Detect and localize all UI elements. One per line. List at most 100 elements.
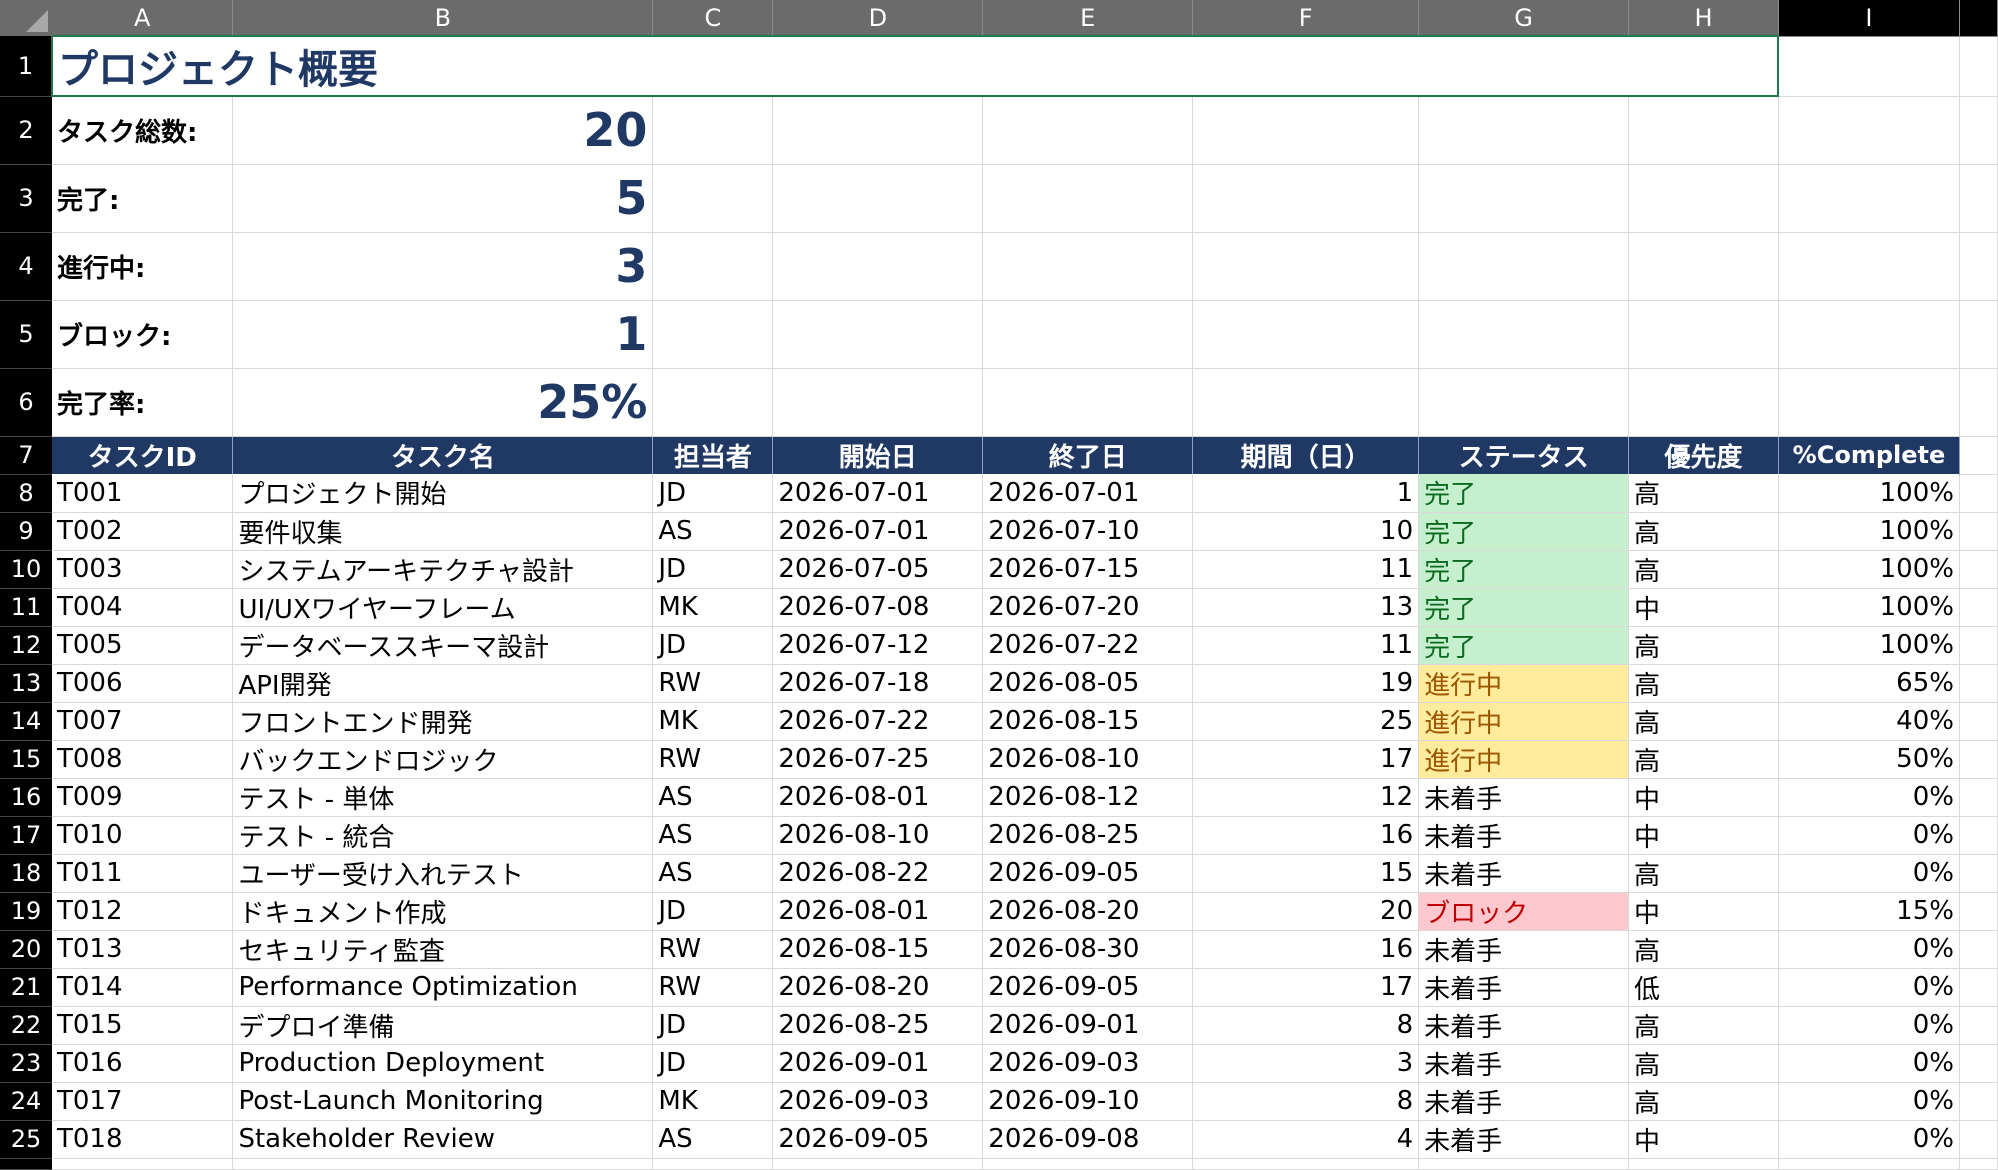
- priority-cell[interactable]: 高: [1628, 1006, 1779, 1045]
- status-cell[interactable]: 未着手: [1418, 1120, 1630, 1159]
- task-name-cell[interactable]: 要件収集: [232, 512, 654, 551]
- percent-complete-cell[interactable]: 100%: [1778, 588, 1960, 627]
- row-header[interactable]: 8: [0, 474, 52, 513]
- task-id-cell[interactable]: T005: [51, 626, 234, 665]
- task-id-cell[interactable]: T016: [51, 1044, 234, 1083]
- column-header-h[interactable]: H: [1628, 0, 1779, 37]
- completion-rate-value[interactable]: 25%: [232, 368, 654, 437]
- end-date-cell[interactable]: 2026-07-15: [982, 550, 1194, 589]
- end-date-cell[interactable]: 2026-08-10: [982, 740, 1194, 779]
- row-header[interactable]: 25: [0, 1120, 52, 1159]
- percent-complete-cell[interactable]: 15%: [1778, 892, 1960, 931]
- row-header[interactable]: 21: [0, 968, 52, 1007]
- empty-cell[interactable]: [1628, 164, 1779, 233]
- row-header[interactable]: 14: [0, 702, 52, 741]
- priority-cell[interactable]: 高: [1628, 512, 1779, 551]
- status-cell[interactable]: 未着手: [1418, 1006, 1630, 1045]
- task-id-cell[interactable]: T002: [51, 512, 234, 551]
- column-header-c[interactable]: C: [652, 0, 774, 37]
- duration-cell[interactable]: 13: [1192, 588, 1420, 627]
- empty-cell[interactable]: [232, 1158, 654, 1170]
- status-cell[interactable]: 未着手: [1418, 1044, 1630, 1083]
- empty-cell[interactable]: [772, 300, 984, 369]
- end-date-cell[interactable]: 2026-08-30: [982, 930, 1194, 969]
- start-date-cell[interactable]: 2026-08-15: [772, 930, 984, 969]
- table-header-cell[interactable]: ステータス: [1418, 436, 1630, 474]
- row-header[interactable]: 17: [0, 816, 52, 855]
- row-header[interactable]: 22: [0, 1006, 52, 1045]
- empty-cell[interactable]: [1418, 300, 1630, 369]
- empty-cell[interactable]: [982, 232, 1194, 301]
- percent-complete-cell[interactable]: 100%: [1778, 474, 1960, 513]
- start-date-cell[interactable]: 2026-08-25: [772, 1006, 984, 1045]
- end-date-cell[interactable]: 2026-09-05: [982, 854, 1194, 893]
- start-date-cell[interactable]: 2026-08-20: [772, 968, 984, 1007]
- start-date-cell[interactable]: 2026-09-05: [772, 1120, 984, 1159]
- priority-cell[interactable]: 高: [1628, 474, 1779, 513]
- empty-cell[interactable]: [1959, 1044, 1998, 1083]
- task-id-cell[interactable]: T012: [51, 892, 234, 931]
- empty-cell[interactable]: [772, 1158, 984, 1170]
- start-date-cell[interactable]: 2026-09-01: [772, 1044, 984, 1083]
- empty-cell[interactable]: [1959, 474, 1998, 513]
- row-header[interactable]: 24: [0, 1082, 52, 1121]
- task-id-cell[interactable]: T015: [51, 1006, 234, 1045]
- empty-cell[interactable]: [1959, 368, 1998, 437]
- empty-cell[interactable]: [1959, 96, 1998, 165]
- percent-complete-cell[interactable]: 0%: [1778, 854, 1960, 893]
- start-date-cell[interactable]: 2026-08-01: [772, 778, 984, 817]
- empty-cell[interactable]: [652, 368, 774, 437]
- task-id-cell[interactable]: T011: [51, 854, 234, 893]
- percent-complete-cell[interactable]: 100%: [1778, 550, 1960, 589]
- start-date-cell[interactable]: 2026-08-10: [772, 816, 984, 855]
- assignee-cell[interactable]: JD: [652, 1044, 774, 1083]
- percent-complete-cell[interactable]: 0%: [1778, 930, 1960, 969]
- assignee-cell[interactable]: JD: [652, 626, 774, 665]
- row-header[interactable]: 5: [0, 300, 52, 369]
- status-cell[interactable]: 未着手: [1418, 816, 1630, 855]
- task-name-cell[interactable]: プロジェクト開始: [232, 474, 654, 513]
- select-all-corner[interactable]: [0, 0, 52, 36]
- status-cell[interactable]: 未着手: [1418, 854, 1630, 893]
- priority-cell[interactable]: 高: [1628, 626, 1779, 665]
- table-header-cell[interactable]: タスクID: [51, 436, 234, 474]
- duration-cell[interactable]: 1: [1192, 474, 1420, 513]
- empty-cell[interactable]: [1959, 740, 1998, 779]
- priority-cell[interactable]: 低: [1628, 968, 1779, 1007]
- row-header[interactable]: 7: [0, 436, 52, 475]
- priority-cell[interactable]: 高: [1628, 854, 1779, 893]
- task-name-cell[interactable]: UI/UXワイヤーフレーム: [232, 588, 654, 627]
- empty-cell[interactable]: [772, 96, 984, 165]
- blocked-label[interactable]: ブロック:: [51, 300, 234, 369]
- end-date-cell[interactable]: 2026-08-25: [982, 816, 1194, 855]
- task-id-cell[interactable]: T017: [51, 1082, 234, 1121]
- percent-complete-cell[interactable]: 100%: [1778, 626, 1960, 665]
- task-name-cell[interactable]: API開発: [232, 664, 654, 703]
- priority-cell[interactable]: 高: [1628, 550, 1779, 589]
- empty-cell[interactable]: [1959, 892, 1998, 931]
- row-header[interactable]: 15: [0, 740, 52, 779]
- end-date-cell[interactable]: 2026-07-20: [982, 588, 1194, 627]
- duration-cell[interactable]: 4: [1192, 1120, 1420, 1159]
- status-cell[interactable]: 未着手: [1418, 778, 1630, 817]
- column-header-i[interactable]: I: [1778, 0, 1960, 37]
- task-id-cell[interactable]: T018: [51, 1120, 234, 1159]
- row-header[interactable]: 16: [0, 778, 52, 817]
- empty-cell[interactable]: [652, 1158, 774, 1170]
- status-cell[interactable]: 未着手: [1418, 968, 1630, 1007]
- status-cell[interactable]: 完了: [1418, 588, 1630, 627]
- empty-cell[interactable]: [652, 232, 774, 301]
- column-header-f[interactable]: F: [1192, 0, 1420, 37]
- empty-cell[interactable]: [1959, 664, 1998, 703]
- empty-cell[interactable]: [1778, 1158, 1960, 1170]
- percent-complete-cell[interactable]: 0%: [1778, 778, 1960, 817]
- priority-cell[interactable]: 中: [1628, 816, 1779, 855]
- row-header[interactable]: 10: [0, 550, 52, 589]
- task-name-cell[interactable]: データベーススキーマ設計: [232, 626, 654, 665]
- assignee-cell[interactable]: JD: [652, 474, 774, 513]
- table-header-cell[interactable]: 優先度: [1628, 436, 1779, 474]
- empty-cell[interactable]: [772, 368, 984, 437]
- task-id-cell[interactable]: T004: [51, 588, 234, 627]
- in-progress-label[interactable]: 進行中:: [51, 232, 234, 301]
- assignee-cell[interactable]: AS: [652, 854, 774, 893]
